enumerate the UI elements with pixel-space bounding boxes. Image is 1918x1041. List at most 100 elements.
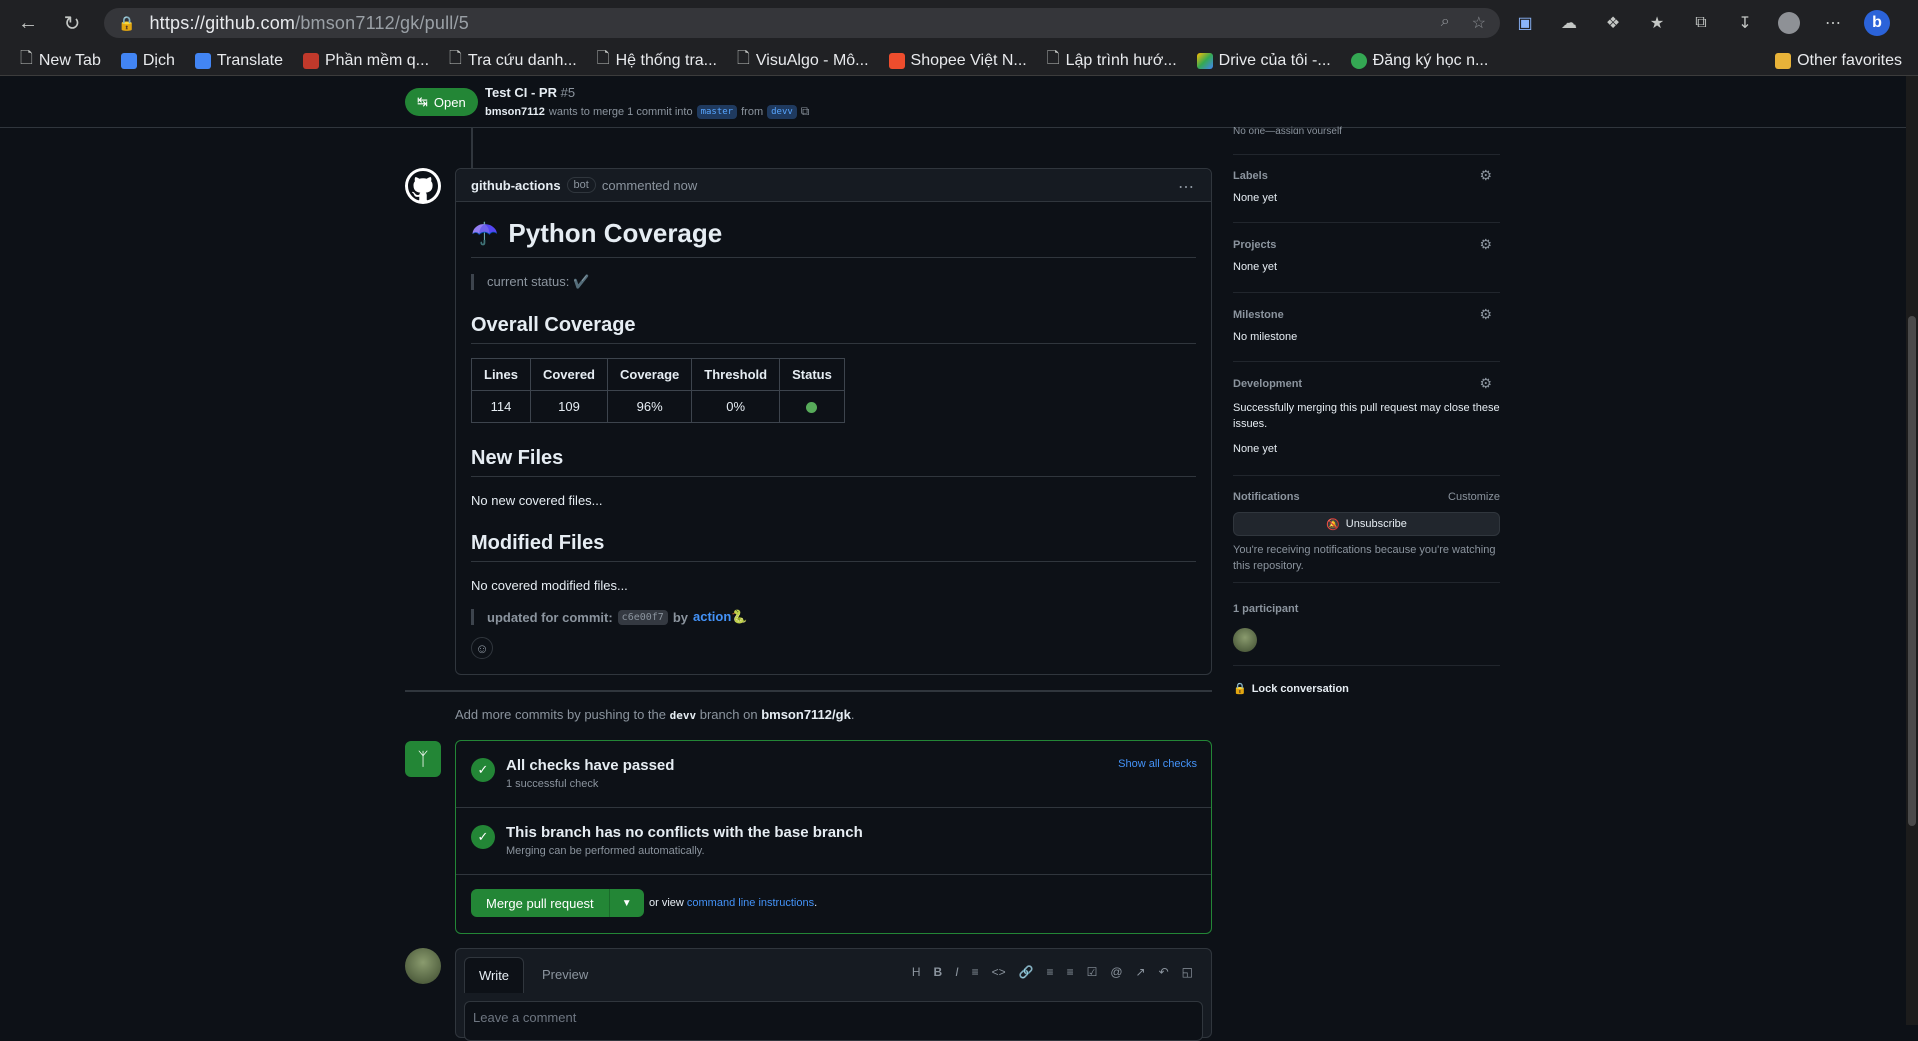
command-line-link[interactable]: command line instructions [687, 897, 814, 909]
merge-dropdown-caret-icon[interactable]: ▼ [610, 898, 644, 909]
check-icon: ✓ [471, 825, 495, 849]
show-all-checks-link[interactable]: Show all checks [1118, 758, 1197, 770]
coverage-table: Lines Covered Coverage Threshold Status … [471, 358, 845, 423]
back-arrow-icon[interactable]: ← [10, 5, 46, 41]
code-icon[interactable]: <> [992, 965, 1006, 979]
table-cell: 109 [529, 390, 609, 423]
extensions-icon[interactable]: ❖ [1600, 10, 1626, 36]
overall-coverage-heading: Overall Coverage [471, 314, 1196, 344]
head-branch[interactable]: devv [767, 104, 797, 119]
bing-icon[interactable]: b [1864, 10, 1890, 36]
refresh-icon[interactable]: ↻ [54, 5, 90, 41]
scrollbar[interactable] [1906, 76, 1918, 1025]
projects-gear-icon[interactable]: ⚙ [1479, 236, 1492, 253]
mention-icon[interactable]: @ [1110, 965, 1122, 979]
add-favorite-icon[interactable]: ☆ [1472, 13, 1486, 33]
table-cell: 114 [471, 390, 531, 423]
coverage-heading: ☂️ Python Coverage [471, 218, 1196, 258]
github-actions-avatar[interactable] [405, 168, 441, 204]
checks-row: ✓ All checks have passed 1 successful ch… [456, 741, 1211, 808]
comment-author[interactable]: github-actions [471, 178, 561, 193]
bookmark-dich[interactable]: Dịch [113, 52, 183, 70]
favorites-icon[interactable]: ★ [1644, 10, 1670, 36]
profile-icon[interactable] [1776, 10, 1802, 36]
extension-cloud-icon[interactable]: ☁ [1556, 10, 1582, 36]
screenshot-icon[interactable]: ▣ [1512, 10, 1538, 36]
assignees-value[interactable]: No one—assign yourself [1233, 126, 1342, 134]
folder-icon [1775, 52, 1792, 69]
comment-textarea[interactable]: Leave a comment [464, 1001, 1203, 1041]
notification-reason: You're receiving notifications because y… [1233, 544, 1496, 572]
snake-icon: 🐍 [731, 609, 748, 624]
link-icon[interactable]: 🔗 [1019, 965, 1034, 979]
bookmark-new-tab[interactable]: 🗋 New Tab [12, 47, 109, 74]
undo-icon[interactable]: ↶ [1159, 965, 1169, 979]
bulleted-list-icon[interactable]: ≡ [1047, 965, 1054, 979]
cross-reference-icon[interactable]: ↗ [1136, 965, 1146, 979]
bookmark-other-favorites[interactable]: Other favorites [1767, 52, 1910, 70]
table-cell: 0% [691, 390, 781, 423]
updated-quote: updated for commit: c6e00f7 by action🐍 [471, 609, 1196, 625]
bookmark-shopee[interactable]: Shopee Việt N... [881, 52, 1035, 70]
bot-badge: bot [566, 177, 596, 193]
tab-write[interactable]: Write [464, 957, 524, 993]
shopee-icon [888, 52, 905, 69]
add-commits-text: Add more commits by pushing to the devv … [455, 707, 855, 722]
comment-options-icon[interactable]: ⋯ [1178, 177, 1195, 197]
task-list-icon[interactable]: ☑ [1087, 965, 1098, 979]
action-link[interactable]: action🐍 [693, 609, 747, 625]
page-icon: 🗋 [737, 50, 750, 67]
or-view-text: or view command line instructions. [649, 897, 818, 909]
copy-icon[interactable]: ⧉ [801, 104, 810, 119]
scrollbar-thumb[interactable] [1908, 316, 1916, 826]
lock-conversation-link[interactable]: 🔒 Lock conversation [1233, 682, 1349, 696]
comment-timestamp[interactable]: commented now [602, 178, 697, 193]
status-quote: current status: ✔️ [471, 274, 1196, 290]
tab-preview[interactable]: Preview [542, 967, 588, 982]
labels-gear-icon[interactable]: ⚙ [1479, 167, 1492, 184]
bell-slash-icon: 🔕 [1326, 518, 1340, 531]
quote-icon[interactable]: ≡ [972, 965, 979, 979]
bookmark-dang-ky[interactable]: Đăng ký học n... [1343, 52, 1497, 70]
pr-title[interactable]: Test CI - PR #5 [485, 85, 575, 100]
bookmark-translate[interactable]: Translate [187, 52, 291, 70]
google-translate-icon [120, 52, 137, 69]
unsubscribe-button[interactable]: 🔕 Unsubscribe [1233, 512, 1500, 536]
italic-icon[interactable]: I [955, 965, 958, 979]
green-status-icon [806, 402, 818, 414]
participant-avatar[interactable] [1233, 628, 1257, 652]
url-text: https://github.com/bmson7112/gk/pull/5 [149, 12, 469, 33]
pr-author[interactable]: bmson7112 [485, 106, 545, 118]
heading-icon[interactable]: H [912, 965, 921, 979]
bookmark-lap-trinh[interactable]: 🗋 Lập trình hướ... [1039, 47, 1185, 74]
customize-link[interactable]: Customize [1448, 491, 1500, 503]
checks-subtitle: 1 successful check [506, 778, 599, 790]
merge-pull-request-button[interactable]: Merge pull request ▼ [471, 889, 644, 917]
milestone-gear-icon[interactable]: ⚙ [1479, 306, 1492, 323]
base-branch[interactable]: master [696, 104, 738, 119]
zoom-icon[interactable]: ⌕ [1441, 13, 1450, 33]
numbered-list-icon[interactable]: ≡ [1067, 965, 1074, 979]
address-bar[interactable]: 🔒 https://github.com/bmson7112/gk/pull/5… [104, 8, 1500, 38]
fullscreen-icon[interactable]: ◱ [1182, 965, 1193, 979]
downloads-icon[interactable]: ↧ [1732, 10, 1758, 36]
more-menu-icon[interactable]: ⋯ [1820, 10, 1846, 36]
bold-icon[interactable]: B [934, 965, 943, 979]
bookmark-visualgo[interactable]: 🗋 VisuAlgo - Mô... [729, 47, 877, 74]
commit-hash[interactable]: c6e00f7 [617, 609, 668, 625]
git-merge-icon: ᛉ [405, 741, 441, 777]
bookmark-tra-cuu[interactable]: 🗋 Tra cứu danh... [441, 47, 585, 74]
bookmark-he-thong[interactable]: 🗋 Hệ thống tra... [589, 47, 725, 74]
bookmark-drive[interactable]: Drive của tôi -... [1189, 52, 1339, 70]
collections-icon[interactable]: ⧉ [1688, 10, 1714, 36]
participants-label: 1 participant [1233, 603, 1299, 615]
bookmark-phan-mem[interactable]: Phần mềm q... [295, 52, 437, 70]
add-reaction-icon[interactable]: ☺ [471, 637, 493, 659]
repo-link[interactable]: bmson7112/gk [761, 707, 851, 722]
new-files-text: No new covered files... [471, 493, 603, 508]
site-icon [1350, 52, 1367, 69]
development-gear-icon[interactable]: ⚙ [1479, 375, 1492, 392]
sidebar-milestone: Milestone ⚙ No milestone [1233, 293, 1500, 362]
user-avatar[interactable] [405, 948, 441, 984]
conflicts-title: This branch has no conflicts with the ba… [506, 824, 863, 841]
